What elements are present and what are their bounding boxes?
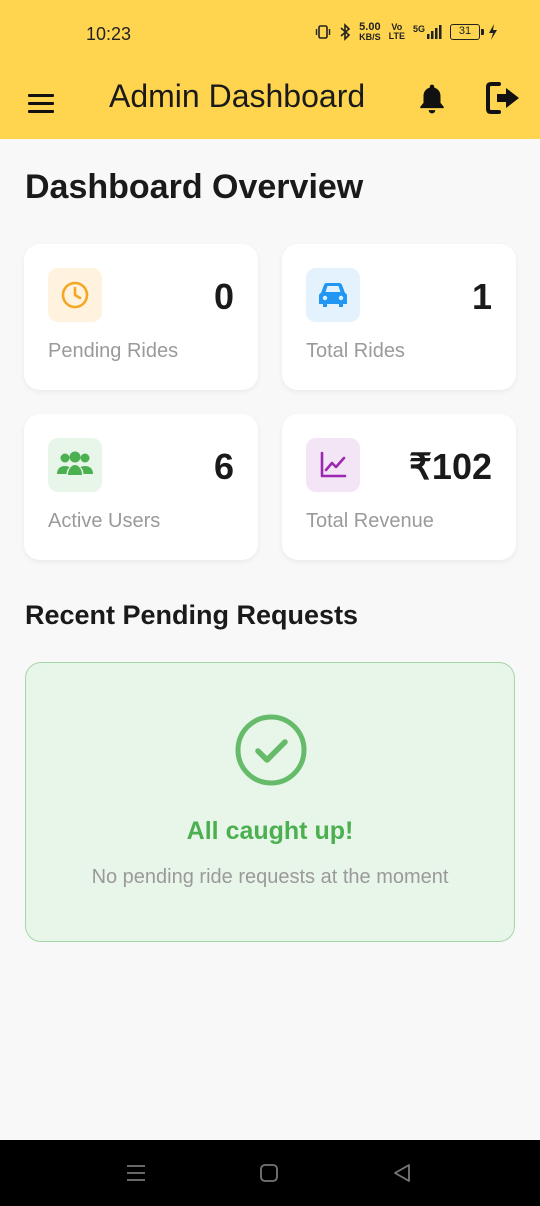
home-button[interactable] bbox=[257, 1161, 281, 1185]
home-icon bbox=[260, 1164, 278, 1182]
logout-button[interactable] bbox=[484, 80, 524, 116]
empty-state-card: All caught up! No pending ride requests … bbox=[25, 662, 515, 942]
clock-icon bbox=[61, 281, 89, 309]
charging-icon bbox=[489, 24, 497, 40]
app-header: 10:23 5.00 KB/S Vo LTE 5G 31 Admin Dashb… bbox=[0, 0, 540, 139]
check-circle-icon bbox=[235, 714, 307, 786]
network-type: 5G bbox=[412, 24, 425, 34]
battery-indicator: 31 bbox=[450, 24, 484, 40]
overview-title: Dashboard Overview bbox=[25, 168, 364, 206]
active-users-value: 6 bbox=[213, 446, 234, 487]
total-revenue-icon-badge bbox=[306, 438, 360, 492]
network-speed-unit: KB/S bbox=[359, 32, 381, 42]
back-button[interactable] bbox=[390, 1161, 414, 1185]
stat-card-pending-rides[interactable]: 0 Pending Rides bbox=[24, 244, 258, 390]
back-icon bbox=[394, 1164, 410, 1182]
pending-rides-value: 0 bbox=[213, 276, 234, 317]
active-users-icon-badge bbox=[48, 438, 102, 492]
volte-indicator: Vo LTE bbox=[389, 23, 405, 41]
app-title: Admin Dashboard bbox=[109, 78, 366, 114]
empty-state-subtitle: No pending ride requests at the moment bbox=[91, 866, 449, 888]
total-rides-label: Total Rides bbox=[306, 340, 405, 362]
vibrate-icon bbox=[315, 25, 331, 39]
status-time: 10:23 bbox=[86, 24, 132, 44]
stat-card-total-rides[interactable]: 1 Total Rides bbox=[282, 244, 516, 390]
trending-up-icon bbox=[320, 451, 347, 478]
bluetooth-icon bbox=[340, 23, 351, 41]
logout-icon bbox=[486, 82, 519, 114]
system-nav-bar bbox=[0, 1140, 540, 1206]
pending-rides-label: Pending Rides bbox=[48, 340, 179, 362]
notifications-button[interactable] bbox=[416, 82, 448, 116]
volte-bottom: LTE bbox=[388, 31, 405, 41]
bell-icon bbox=[420, 84, 444, 114]
pending-requests-title: Recent Pending Requests bbox=[25, 600, 359, 630]
app-bar: Admin Dashboard bbox=[0, 68, 540, 139]
empty-state-title: All caught up! bbox=[186, 817, 354, 845]
status-bar: 10:23 5.00 KB/S Vo LTE 5G 31 bbox=[0, 0, 540, 68]
status-icons: 5.00 KB/S Vo LTE 5G 31 bbox=[315, 22, 498, 42]
menu-button[interactable] bbox=[26, 86, 58, 118]
stat-card-active-users[interactable]: 6 Active Users bbox=[24, 414, 258, 560]
signal-indicator: 5G bbox=[413, 25, 442, 39]
active-users-label: Active Users bbox=[48, 510, 161, 532]
users-icon bbox=[57, 451, 93, 475]
total-rides-value: 1 bbox=[471, 276, 492, 317]
recents-icon bbox=[127, 1165, 145, 1181]
stat-card-total-revenue[interactable]: ₹102 Total Revenue bbox=[282, 414, 516, 560]
pending-rides-icon-badge bbox=[48, 268, 102, 322]
car-icon bbox=[319, 283, 347, 307]
total-rides-icon-badge bbox=[306, 268, 360, 322]
total-revenue-value: ₹102 bbox=[409, 446, 492, 487]
recents-button[interactable] bbox=[124, 1161, 148, 1185]
network-speed: 5.00 KB/S bbox=[359, 22, 381, 42]
signal-icon bbox=[427, 25, 442, 39]
total-revenue-label: Total Revenue bbox=[306, 510, 434, 532]
